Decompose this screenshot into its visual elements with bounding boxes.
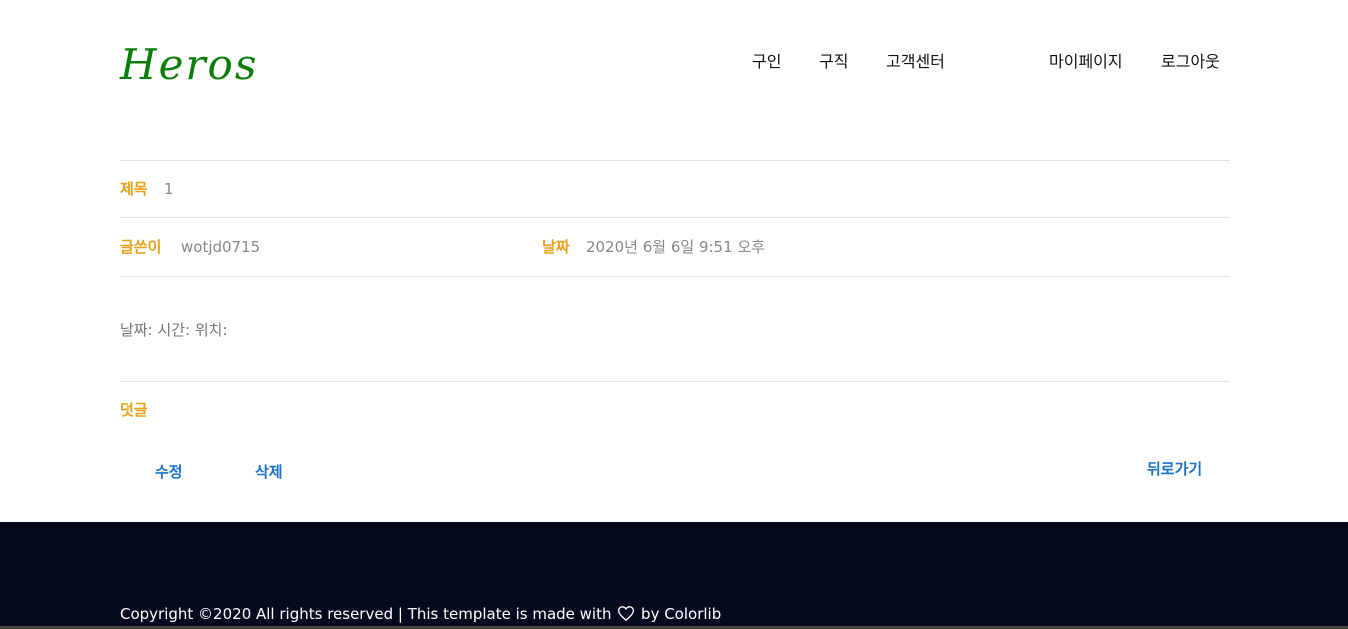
post-content: 날짜: 시간: 위치:	[120, 321, 228, 339]
nav-item-mypage[interactable]: 마이페이지	[1049, 51, 1123, 73]
date-label: 날짜	[542, 238, 570, 256]
divider	[120, 276, 1230, 277]
delete-button[interactable]: 삭제	[255, 462, 283, 482]
author-label: 글쓴이	[120, 238, 162, 256]
nav-item-customer-center[interactable]: 고객센터	[886, 51, 945, 73]
divider	[120, 160, 1230, 161]
heart-icon	[618, 605, 635, 627]
author-value: wotjd0715	[181, 238, 261, 256]
nav-item-logout[interactable]: 로그아웃	[1161, 51, 1220, 73]
footer-text-before: Copyright ©2020 All rights reserved | Th…	[120, 605, 612, 623]
colorlib-link[interactable]: by Colorlib	[641, 605, 721, 623]
nav-item-job-seeking[interactable]: 구직	[819, 51, 848, 73]
back-button[interactable]: 뒤로가기	[1147, 459, 1202, 479]
edit-button[interactable]: 수정	[155, 462, 183, 482]
nav-item-hiring[interactable]: 구인	[752, 51, 781, 73]
divider	[120, 217, 1230, 218]
title-label: 제목	[120, 180, 148, 198]
date-value: 2020년 6월 6일 9:51 오후	[586, 238, 766, 256]
divider	[120, 381, 1230, 382]
footer-copyright: Copyright ©2020 All rights reserved | Th…	[120, 603, 721, 627]
site-logo[interactable]: Heros	[120, 40, 258, 90]
comments-label: 덧글	[120, 401, 148, 419]
title-value: 1	[164, 180, 174, 198]
